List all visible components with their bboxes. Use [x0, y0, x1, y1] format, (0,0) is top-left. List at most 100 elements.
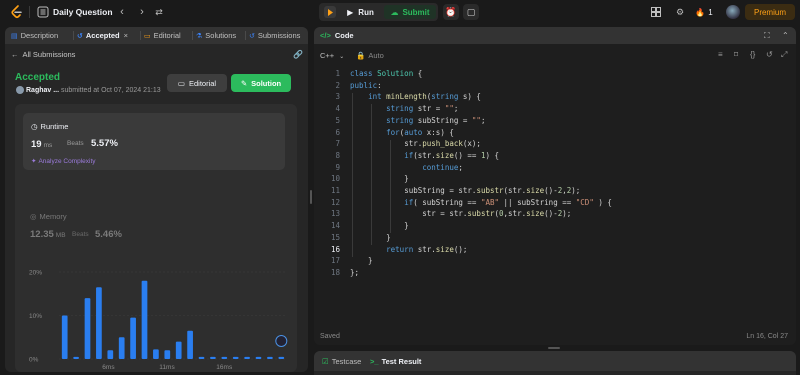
- terminal-icon: >_: [370, 357, 379, 366]
- tab-accepted[interactable]: ↺ Accepted ×: [77, 27, 128, 44]
- memory-unit: MB: [55, 232, 66, 239]
- top-navbar: Daily Question ‹ › ⇄ ▶ Run ☁ Submit ⏰ ▢ …: [0, 0, 800, 24]
- memory-title[interactable]: ◎ Memory: [30, 212, 67, 221]
- timer-icon[interactable]: ⏰: [443, 4, 459, 20]
- runtime-distribution-chart[interactable]: 20% 10% 0% 6ms 11ms 16ms: [25, 262, 290, 372]
- close-tab-icon[interactable]: ×: [124, 31, 128, 40]
- chart-bar: [107, 350, 114, 359]
- code-text: return str.size();: [386, 244, 468, 254]
- analyze-complexity-link[interactable]: ✦ Analyze Complexity: [31, 157, 96, 165]
- tab-test-result[interactable]: >_ Test Result: [370, 357, 421, 366]
- code-line[interactable]: 12 if( subString == "AB" || subString ==…: [314, 198, 796, 210]
- code-line[interactable]: 16 return str.size();: [314, 245, 796, 257]
- avatar[interactable]: [726, 5, 740, 19]
- chart-bar: [164, 350, 171, 359]
- layout-grid-icon[interactable]: [650, 6, 662, 18]
- code-line[interactable]: 8 if(str.size() == 1) {: [314, 151, 796, 163]
- code-line[interactable]: 13 str = str.substr(0,str.size()-2);: [314, 209, 796, 221]
- leetcode-logo-icon[interactable]: [10, 5, 24, 19]
- page-title[interactable]: Daily Question: [53, 6, 113, 18]
- code-line[interactable]: 18};: [314, 268, 796, 280]
- streak-count: 1: [708, 7, 713, 17]
- code-text: class Solution {: [350, 69, 423, 78]
- bookmark-icon[interactable]: ⌑: [734, 50, 738, 59]
- submitted-time: submitted at Oct 07, 2024 21:13: [61, 87, 161, 94]
- submit-button[interactable]: ☁ Submit: [384, 5, 436, 19]
- fullscreen-icon[interactable]: ⤢: [781, 50, 787, 60]
- y-tick-label: 10%: [29, 313, 42, 320]
- code-line[interactable]: 10 }: [314, 174, 796, 186]
- code-text: str.push_back(x);: [404, 139, 481, 149]
- memory-chip-icon: ◎: [30, 212, 37, 221]
- clock-icon: ◷: [31, 122, 38, 131]
- editorial-label: Editorial: [188, 78, 217, 88]
- code-line[interactable]: 5 string subString = "";: [314, 116, 796, 128]
- maximize-icon[interactable]: ⛶: [764, 31, 770, 41]
- editorial-button[interactable]: ▭ Editorial: [167, 74, 227, 92]
- code-text: if(str.size() == 1) {: [404, 150, 500, 160]
- horizontal-resize-handle[interactable]: [548, 347, 560, 349]
- save-status: Saved: [320, 333, 340, 340]
- language-select[interactable]: C++ ⌄: [320, 51, 344, 60]
- all-submissions-link[interactable]: ← All Submissions: [11, 50, 75, 59]
- tab-testcase[interactable]: ☑ Testcase: [322, 357, 361, 366]
- x-tick-label: 6ms: [102, 364, 115, 371]
- tab-solutions[interactable]: ⚗ Solutions: [196, 27, 236, 44]
- run-button[interactable]: ▶ Run: [341, 5, 380, 19]
- problem-list-icon[interactable]: [37, 6, 49, 18]
- edit-icon: ✎: [240, 78, 248, 88]
- link-icon[interactable]: 🔗: [293, 50, 303, 59]
- history-icon: ↺: [77, 32, 83, 40]
- code-text: }: [350, 174, 409, 184]
- arrow-left-icon: ←: [11, 50, 19, 59]
- code-line[interactable]: 9 continue;: [314, 163, 796, 175]
- code-line[interactable]: 11 subString = str.substr(str.size()-2,2…: [314, 186, 796, 198]
- code-line[interactable]: 6 for(auto x:s) {: [314, 128, 796, 140]
- code-line[interactable]: 7 str.push_back(x);: [314, 139, 796, 151]
- code-text: }: [350, 256, 373, 266]
- vertical-resize-handle[interactable]: [310, 190, 312, 204]
- streak-counter[interactable]: 🔥 1: [694, 5, 714, 19]
- code-text: }: [350, 221, 409, 231]
- code-line[interactable]: 14 }: [314, 221, 796, 233]
- premium-button[interactable]: Premium: [745, 4, 795, 20]
- braces-icon[interactable]: {}: [750, 50, 755, 59]
- code-line[interactable]: 1 class Solution {: [314, 69, 796, 81]
- avatar[interactable]: [16, 86, 24, 94]
- code-line[interactable]: 15 }: [314, 233, 796, 245]
- runtime-value: 19 ms: [31, 139, 52, 150]
- tab-label: Description: [20, 31, 59, 40]
- code-line[interactable]: 17 }: [314, 256, 796, 268]
- runtime-card[interactable]: ◷ Runtime 19 ms Beats 5.57% ✦ Analyze Compl…: [23, 113, 285, 170]
- tab-submissions[interactable]: ↺ Submissions: [249, 27, 300, 44]
- chart-bar: [130, 317, 136, 359]
- code-brackets-icon: </>: [320, 31, 331, 40]
- prev-question-icon[interactable]: ‹: [117, 6, 127, 18]
- line-number: 17: [330, 256, 340, 266]
- settings-gear-icon[interactable]: ⚙: [674, 6, 686, 18]
- auto-mode[interactable]: 🔒 Auto: [356, 51, 384, 60]
- runtime-title: ◷ Runtime: [31, 122, 68, 131]
- tab-divider: [192, 31, 193, 40]
- solution-button[interactable]: ✎ Solution: [231, 74, 291, 92]
- code-line[interactable]: 4 string str = "";: [314, 104, 796, 116]
- chart-bar: [198, 356, 205, 359]
- book-icon: ▭: [144, 32, 151, 40]
- tab-description[interactable]: ▤ Description: [11, 27, 58, 44]
- test-panel-header: ☑ Testcase >_ Test Result: [314, 351, 796, 371]
- line-number: 3: [335, 92, 340, 102]
- reset-icon[interactable]: ↺: [766, 50, 773, 59]
- username[interactable]: Raghav ...: [26, 87, 59, 94]
- line-number: 18: [330, 267, 340, 277]
- code-line[interactable]: 2 public:: [314, 81, 796, 93]
- format-code-icon[interactable]: ≡: [718, 50, 723, 59]
- collapse-icon[interactable]: ⌃: [782, 31, 789, 40]
- shuffle-icon[interactable]: ⇄: [154, 6, 164, 18]
- code-line[interactable]: 3 int minLength(string s) {: [314, 92, 796, 104]
- line-number: 8: [335, 150, 340, 160]
- next-question-icon[interactable]: ›: [137, 6, 147, 18]
- debug-icon[interactable]: [324, 6, 336, 18]
- notes-icon[interactable]: ▢: [463, 4, 479, 20]
- tab-editorial[interactable]: ▭ Editorial: [144, 27, 181, 44]
- code-tab[interactable]: </> Code: [320, 31, 354, 40]
